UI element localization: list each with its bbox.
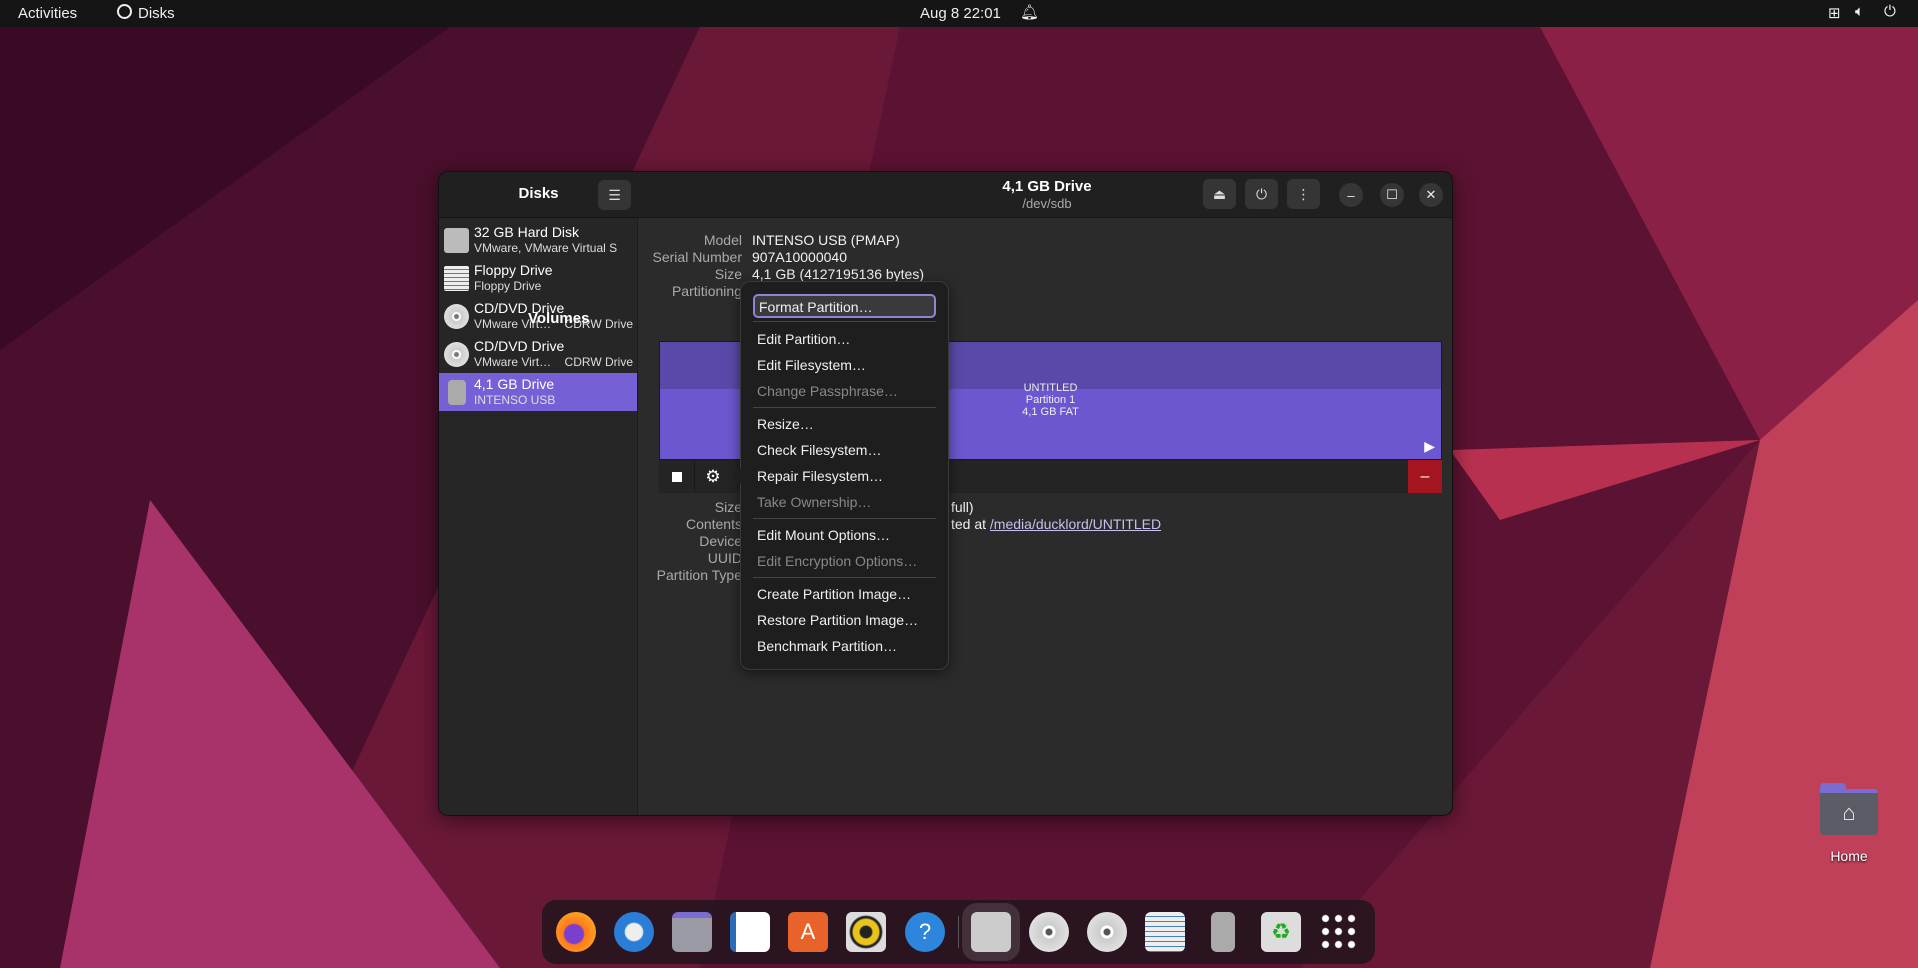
menu-separator	[741, 404, 948, 411]
dock-trash-icon[interactable]: ♻	[1261, 912, 1301, 952]
drive-field-label: Size	[714, 266, 742, 282]
dock: A? ♻	[542, 900, 1375, 964]
clock[interactable]: Aug 8 22:01	[920, 5, 1001, 22]
menu-separator	[741, 318, 948, 326]
app-menu[interactable]: Disks	[138, 5, 175, 22]
dock-app-center-icon[interactable]: A	[788, 912, 828, 952]
drive-description: INTENSO USB	[474, 393, 556, 407]
drive-description: Floppy Drive	[474, 279, 542, 293]
dock-help-icon[interactable]: ?	[905, 912, 945, 952]
top-bar: Activities Disks Aug 8 22:01 🔔︎ ⊞ 🔈︎ ⏻	[0, 0, 1918, 27]
dock-rhythmbox-icon[interactable]	[846, 912, 886, 952]
dock-cd-drive-icon[interactable]	[1029, 912, 1069, 952]
menu-separator	[741, 574, 948, 581]
maximize-button[interactable]: ☐	[1380, 183, 1404, 207]
dock-separator	[958, 916, 959, 948]
dock-disks-icon[interactable]	[962, 903, 1020, 961]
home-folder-icon[interactable]: ⌂	[1820, 783, 1878, 835]
drive-field-value: 4,1 GB (4127195136 bytes)	[752, 266, 925, 282]
partition-options-menu: Format Partition… Edit Partition… Edit Fil…	[733, 281, 949, 670]
main-menu-button[interactable]: ☰	[598, 180, 631, 210]
optical-disc-icon	[444, 342, 469, 367]
minimize-button[interactable]: –	[1339, 183, 1363, 207]
drive-options-button[interactable]: ⋮	[1287, 179, 1320, 209]
network-icon[interactable]: ⊞	[1828, 4, 1841, 22]
menu-item-create-partition-image[interactable]: Create Partition Image…	[741, 581, 948, 607]
home-label: Home	[1830, 848, 1868, 864]
volumes-heading: Volumes	[528, 310, 590, 327]
drive-name: CD/DVD Drive	[474, 338, 565, 354]
menu-item-edit-partition[interactable]: Edit Partition…	[741, 326, 948, 352]
menu-item-edit-encryption-options: Edit Encryption Options…	[757, 553, 918, 569]
volume-field-label: Size	[714, 499, 742, 515]
volume-field-label: Contents	[685, 516, 742, 532]
contents-value: ted at /media/ducklord/UNTITLED	[951, 516, 1161, 532]
drive-list-item[interactable]: 4,1 GB Drive INTENSO USB	[439, 373, 637, 411]
menu-item-edit-filesystem[interactable]: Edit Filesystem…	[741, 352, 948, 378]
volume-field-label: UUID	[707, 550, 742, 566]
optical-disc-icon	[444, 304, 469, 329]
menu-item-check-filesystem[interactable]: Check Filesystem…	[741, 437, 948, 463]
disks-app-icon	[117, 4, 132, 19]
menu-separator	[741, 515, 948, 522]
dock-floppy-icon[interactable]	[1145, 912, 1185, 952]
drive-name: 4,1 GB Drive	[474, 376, 555, 392]
close-button[interactable]: ✕	[1419, 183, 1443, 207]
notification-bell-icon: 🔔︎	[1020, 4, 1040, 21]
drive-description: VMware Virt…	[474, 355, 552, 369]
dock-usb-drive-icon[interactable]	[1211, 912, 1235, 952]
volume-field-label: Partition Type	[656, 567, 742, 583]
mount-point-link[interactable]: /media/ducklord/UNTITLED	[990, 516, 1161, 532]
drive-subtitle: /dev/sdb	[1022, 196, 1072, 211]
dock-cd-drive-icon[interactable]	[1087, 912, 1127, 952]
play-icon: ▶	[1424, 438, 1435, 454]
power-icon[interactable]: ⏻	[1884, 3, 1896, 20]
menu-item-format-partition[interactable]: Format Partition…	[753, 294, 936, 318]
header-bar: Disks ☰ 4,1 GB Drive /dev/sdb ⏏ ⏻ ⋮ – ☐ …	[439, 172, 1452, 218]
drive-field-value: INTENSO USB (PMAP)	[752, 232, 900, 248]
power-off-button[interactable]: ⏻	[1245, 179, 1278, 209]
drive-list-item[interactable]: CD/DVD Drive VMware Virt… CDRW Drive	[439, 335, 637, 373]
stop-icon	[671, 471, 682, 482]
drive-title: 4,1 GB Drive	[1002, 178, 1092, 195]
floppy-icon	[444, 266, 469, 291]
activities-button[interactable]: Activities	[18, 5, 77, 22]
gear-icon: ⚙	[705, 466, 721, 486]
dock-firefox-icon[interactable]	[556, 912, 596, 952]
hard-disk-icon	[444, 228, 469, 253]
drive-type: CDRW Drive	[564, 355, 633, 369]
eject-button[interactable]: ⏏	[1203, 179, 1236, 209]
drive-name: Floppy Drive	[474, 262, 553, 278]
size-value: full)	[951, 499, 974, 515]
menu-item-repair-filesystem[interactable]: Repair Filesystem…	[741, 463, 948, 489]
dock-thunderbird-icon[interactable]	[614, 912, 654, 952]
menu-item-edit-mount-options[interactable]: Edit Mount Options…	[741, 522, 948, 548]
minus-icon: –	[1420, 467, 1430, 485]
contents-text: ted at	[951, 516, 987, 532]
usb-drive-icon	[448, 380, 466, 405]
drive-field-label: Serial Number	[652, 249, 742, 265]
volume-field-label: Device	[699, 533, 742, 549]
menu-item-take-ownership: Take Ownership…	[757, 494, 872, 510]
partition-options-button[interactable]: ⚙	[695, 460, 731, 493]
volume-icon[interactable]: 🔈︎	[1855, 3, 1864, 20]
drive-field-value: 907A10000040	[752, 249, 847, 265]
menu-item-change-passphrase: Change Passphrase…	[757, 383, 898, 399]
drive-field-label: Model	[703, 232, 742, 248]
dock-app-grid-icon[interactable]	[1319, 912, 1359, 952]
dock-libreoffice-writer-icon[interactable]	[730, 912, 770, 952]
menu-pointer	[733, 468, 741, 484]
delete-partition-button[interactable]: –	[1408, 460, 1442, 493]
dock-files-icon[interactable]	[672, 912, 712, 952]
unmount-button[interactable]	[659, 460, 695, 493]
menu-item-benchmark-partition[interactable]: Benchmark Partition…	[741, 633, 948, 659]
menu-item-resize[interactable]: Resize…	[741, 411, 948, 437]
menu-item-restore-partition-image[interactable]: Restore Partition Image…	[741, 607, 948, 633]
drive-field-label: Partitioning	[671, 283, 742, 299]
